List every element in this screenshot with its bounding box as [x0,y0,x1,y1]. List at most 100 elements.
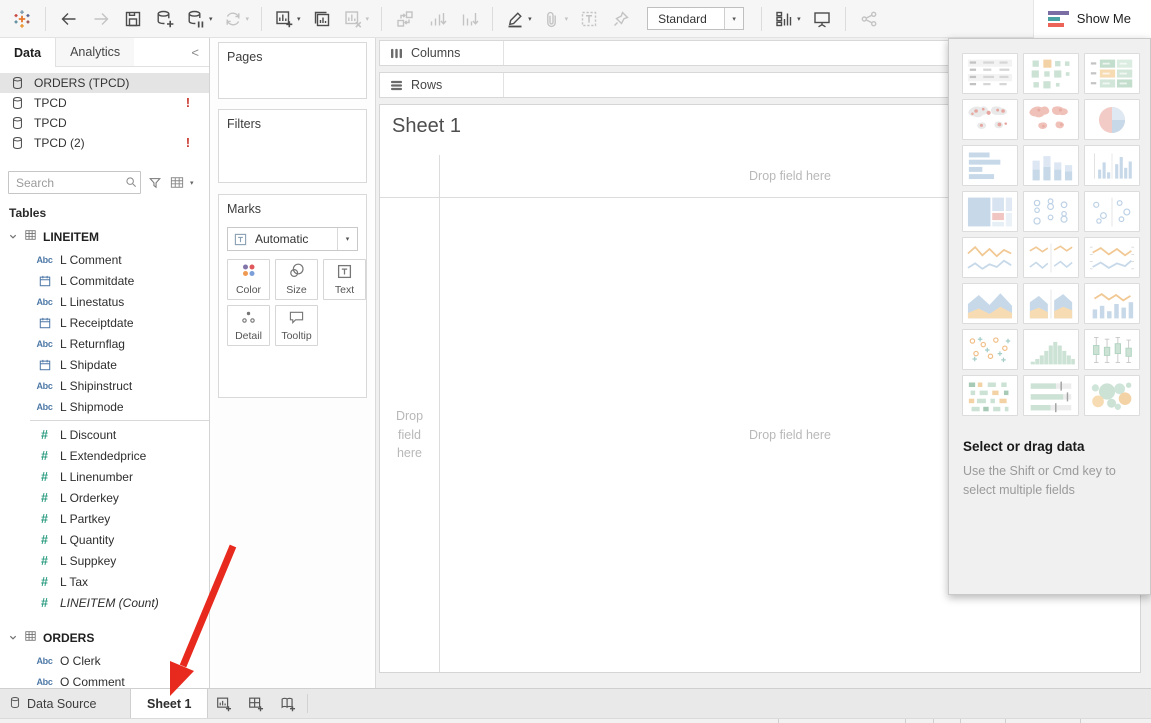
showme-pie-chart-thumbnail[interactable] [1084,99,1140,140]
showme-side-by-side-circles-thumbnail[interactable] [1084,191,1140,232]
fit-selector[interactable]: Standard▾ [647,7,744,30]
field-row[interactable]: L Shipdate [0,354,209,375]
search-input[interactable] [8,171,141,194]
field-row[interactable]: # L Partkey [0,508,209,529]
field-row[interactable]: Abc L Shipinstruct [0,375,209,396]
show-hide-cards-button[interactable]: ▾ [772,4,803,34]
date-field-icon [39,275,51,287]
field-row[interactable]: # L Orderkey [0,487,209,508]
marks-label: Marks [227,202,261,216]
showme-gantt-thumbnail[interactable] [962,375,1018,416]
duplicate-button[interactable] [309,4,335,34]
save-button[interactable] [120,4,146,34]
field-row[interactable]: L Commitdate [0,270,209,291]
toolbar-divider [492,7,493,31]
field-row[interactable]: # L Suppkey [0,550,209,571]
chevron-down-icon: ▾ [337,228,357,250]
highlight-icon [505,9,525,29]
field-row[interactable]: # L Tax [0,571,209,592]
tab-analytics[interactable]: Analytics [56,38,134,66]
datasource-row[interactable]: TPCD (2) ! [0,133,209,153]
undo-button[interactable] [56,4,82,34]
drop-zone-left[interactable]: Drop field here [380,198,439,672]
table-group-orders: ORDERS Abc O Clerk Abc O Comment O Order… [0,623,209,688]
size-button[interactable]: Size [275,259,318,300]
datasource-row[interactable]: ORDERS (TPCD) ! [0,73,209,93]
tooltip-button[interactable]: Tooltip [275,305,318,346]
field-row[interactable]: # L Linenumber [0,466,209,487]
table-header-orders[interactable]: ORDERS [0,623,209,650]
showme-heat-map-thumbnail[interactable] [1023,53,1079,94]
new-worksheet-button[interactable]: ▾ [272,4,303,34]
tableau-logo[interactable] [9,4,35,34]
datasource-row[interactable]: TPCD ! [0,93,209,113]
field-row[interactable]: L Receiptdate [0,312,209,333]
chevron-down-icon: ▾ [797,15,801,23]
field-row[interactable]: # L Discount [0,424,209,445]
showme-horizontal-bars-thumbnail[interactable] [962,145,1018,186]
showme-stacked-bars-thumbnail[interactable] [1023,145,1079,186]
field-row[interactable]: # L Quantity [0,529,209,550]
color-button[interactable]: Color [227,259,270,300]
showme-discrete-area-thumbnail[interactable] [1023,283,1079,324]
measure-field-icon: # [41,554,48,568]
showme-packed-bubbles-thumbnail[interactable] [1084,375,1140,416]
detail-button[interactable]: Detail [227,305,270,346]
showme-bullet-graph-thumbnail[interactable] [1023,375,1079,416]
field-row[interactable]: Abc L Comment [0,249,209,270]
tab-sheet-1[interactable]: Sheet 1 [130,689,208,718]
tab-data-source[interactable]: Data Source [0,689,121,718]
showme-discrete-lines-thumbnail[interactable] [1023,237,1079,278]
paperclip-icon [542,9,562,29]
toolbar-divider [261,7,262,31]
view-options-icon[interactable] [168,176,185,189]
new-dashboard-button[interactable] [240,689,272,718]
show-me-icon [1048,11,1069,27]
toolbar-divider [845,7,846,31]
field-row[interactable]: Abc O Comment [0,671,209,688]
showme-highlight-table-thumbnail[interactable] [1084,53,1140,94]
showme-side-by-side-bars-thumbnail[interactable] [1084,145,1140,186]
field-row[interactable]: Abc L Shipmode [0,396,209,417]
field-row[interactable]: Abc O Clerk [0,650,209,671]
showme-symbol-map-thumbnail[interactable] [962,99,1018,140]
showme-box-and-whisker-thumbnail[interactable] [1084,329,1140,370]
field-row[interactable]: # L Extendedprice [0,445,209,466]
showme-histogram-thumbnail[interactable] [1023,329,1079,370]
presentation-mode-button[interactable] [809,4,835,34]
filters-card[interactable]: Filters [218,109,367,183]
pause-auto-updates-button[interactable]: ▾ [184,4,215,34]
showme-dual-lines-thumbnail[interactable] [1084,237,1140,278]
field-row[interactable]: # LINEITEM (Count) [0,592,209,613]
filter-fields-icon[interactable] [146,176,163,190]
showme-continuous-area-thumbnail[interactable] [962,283,1018,324]
field-row[interactable]: Abc L Linestatus [0,291,209,312]
datasource-row[interactable]: TPCD ! [0,113,209,133]
showme-continuous-lines-thumbnail[interactable] [962,237,1018,278]
showme-text-table-thumbnail[interactable] [962,53,1018,94]
collapse-pane-button[interactable]: < [181,38,209,66]
new-data-source-button[interactable] [152,4,178,34]
tab-data[interactable]: Data [0,38,56,67]
warning-icon: ! [186,96,209,110]
filters-label: Filters [227,117,261,131]
showme-treemap-thumbnail[interactable] [962,191,1018,232]
pages-card[interactable]: Pages [218,42,367,99]
field-row[interactable]: Abc L Returnflag [0,333,209,354]
cards-icon [774,9,794,29]
showme-scatter-plot-thumbnail[interactable] [962,329,1018,370]
mark-type-dropdown[interactable]: Automatic ▾ [227,227,358,251]
highlight-button[interactable]: ▾ [503,4,534,34]
chevron-down-icon[interactable]: ▾ [190,179,194,187]
text-button[interactable]: Text [323,259,366,300]
data-pane: Data Analytics < ORDERS (TPCD) ! TPCD ! … [0,38,210,688]
new-story-button[interactable] [272,689,304,718]
tabbar-divider [307,694,308,713]
showme-filled-map-thumbnail[interactable] [1023,99,1079,140]
show-me-button[interactable]: Show Me [1033,0,1151,38]
show-me-hint-body: Use the Shift or Cmd key to select multi… [963,462,1136,500]
new-worksheet-button[interactable] [208,689,240,718]
table-header-lineitem[interactable]: LINEITEM [0,222,209,249]
showme-circle-views-thumbnail[interactable] [1023,191,1079,232]
showme-dual-combination-thumbnail[interactable] [1084,283,1140,324]
